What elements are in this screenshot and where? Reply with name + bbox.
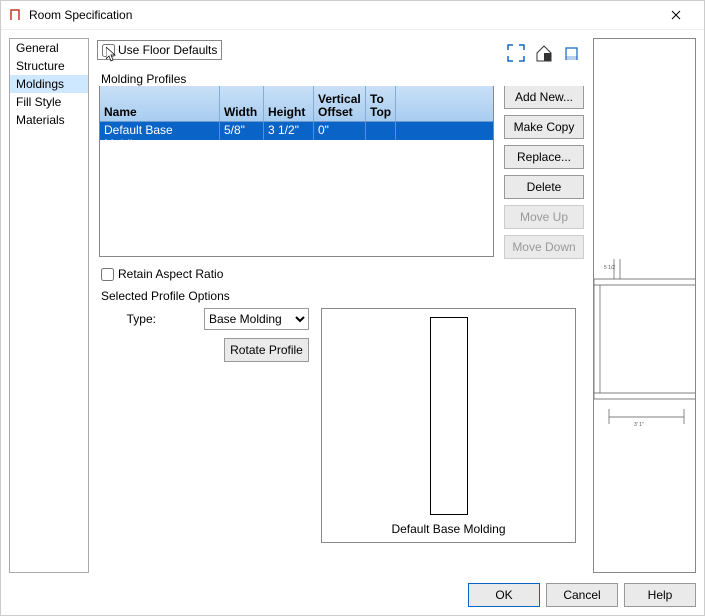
sidebar-item-materials[interactable]: Materials xyxy=(10,111,88,129)
use-floor-defaults-checkbox[interactable] xyxy=(102,44,115,57)
rotate-profile-button[interactable]: Rotate Profile xyxy=(224,338,309,362)
sidebar-item-fill-style[interactable]: Fill Style xyxy=(10,93,88,111)
profile-buttons: Add New... Make Copy Replace... Delete M… xyxy=(504,85,584,259)
category-sidebar: General Structure Moldings Fill Style Ma… xyxy=(9,38,89,573)
move-down-button: Move Down xyxy=(504,235,584,259)
cell-totop xyxy=(366,122,396,140)
dialog-title: Room Specification xyxy=(29,8,656,22)
cell-height: 3 1/2" xyxy=(264,122,314,140)
sidebar-item-structure[interactable]: Structure xyxy=(10,57,88,75)
room-preview-panel[interactable]: 10' 7 1/2" 3' 1" 5 1/2 xyxy=(593,38,696,573)
type-label: Type: xyxy=(127,312,156,326)
retain-aspect-label: Retain Aspect Ratio xyxy=(118,267,223,281)
profile-preview-label: Default Base Molding xyxy=(391,522,505,536)
profiles-area: Name Width Height Vertical Offset To Top xyxy=(99,85,585,259)
dialog-window: Room Specification General Structure Mol… xyxy=(0,0,705,616)
col-width[interactable]: Width xyxy=(220,86,264,121)
col-vertical-offset[interactable]: Vertical Offset xyxy=(314,86,366,121)
col-height[interactable]: Height xyxy=(264,86,314,121)
dialog-body: General Structure Moldings Fill Style Ma… xyxy=(1,30,704,581)
color-icon[interactable] xyxy=(561,42,583,64)
bottom-button-bar: OK Cancel Help xyxy=(1,581,704,615)
move-up-button: Move Up xyxy=(504,205,584,229)
profile-shape xyxy=(430,317,468,515)
top-controls: Use Floor Defaults xyxy=(95,38,585,64)
col-name[interactable]: Name xyxy=(100,86,220,121)
selected-profile-label: Selected Profile Options xyxy=(99,289,589,303)
fullscreen-icon[interactable] xyxy=(505,42,527,64)
retain-aspect-checkbox-wrap[interactable]: Retain Aspect Ratio xyxy=(101,267,585,281)
col-to-top[interactable]: To Top xyxy=(366,86,396,121)
room-plan-drawing: 10' 7 1/2" 3' 1" 5 1/2 xyxy=(593,259,696,559)
cell-width: 5/8" xyxy=(220,122,264,140)
table-header: Name Width Height Vertical Offset To Top xyxy=(100,86,493,122)
replace-button[interactable]: Replace... xyxy=(504,145,584,169)
close-button[interactable] xyxy=(656,1,696,29)
selected-profile-area: Type: Base Molding Rotate Profile Defaul… xyxy=(99,308,585,543)
main-panel: Use Floor Defaults xyxy=(95,38,585,573)
retain-aspect-checkbox[interactable] xyxy=(101,268,114,281)
table-row[interactable]: Default Base Molding 5/8" 3 1/2" 0" xyxy=(100,122,493,140)
use-floor-defaults-checkbox-wrap[interactable]: Use Floor Defaults xyxy=(97,40,222,60)
molding-profiles-label: Molding Profiles xyxy=(99,72,589,86)
cell-voff: 0" xyxy=(314,122,366,140)
profile-preview: Default Base Molding xyxy=(321,308,576,543)
use-floor-defaults-label: Use Floor Defaults xyxy=(118,43,217,57)
delete-button[interactable]: Delete xyxy=(504,175,584,199)
titlebar: Room Specification xyxy=(1,1,704,30)
cell-name: Default Base Molding xyxy=(100,122,220,140)
sidebar-item-moldings[interactable]: Moldings xyxy=(10,75,88,93)
app-icon xyxy=(9,8,23,22)
molding-table[interactable]: Name Width Height Vertical Offset To Top xyxy=(99,85,494,257)
profile-options-left: Type: Base Molding Rotate Profile xyxy=(99,308,309,543)
view-tool-icons xyxy=(505,38,585,64)
cancel-button[interactable]: Cancel xyxy=(546,583,618,607)
help-button[interactable]: Help xyxy=(624,583,696,607)
sidebar-item-general[interactable]: General xyxy=(10,39,88,57)
svg-text:3' 1": 3' 1" xyxy=(634,422,644,428)
add-new-button[interactable]: Add New... xyxy=(504,85,584,109)
make-copy-button[interactable]: Make Copy xyxy=(504,115,584,139)
ok-button[interactable]: OK xyxy=(468,583,540,607)
home-icon[interactable] xyxy=(533,42,555,64)
svg-text:5 1/2: 5 1/2 xyxy=(604,265,615,271)
type-row: Type: Base Molding xyxy=(127,308,309,330)
type-select[interactable]: Base Molding xyxy=(204,308,309,330)
